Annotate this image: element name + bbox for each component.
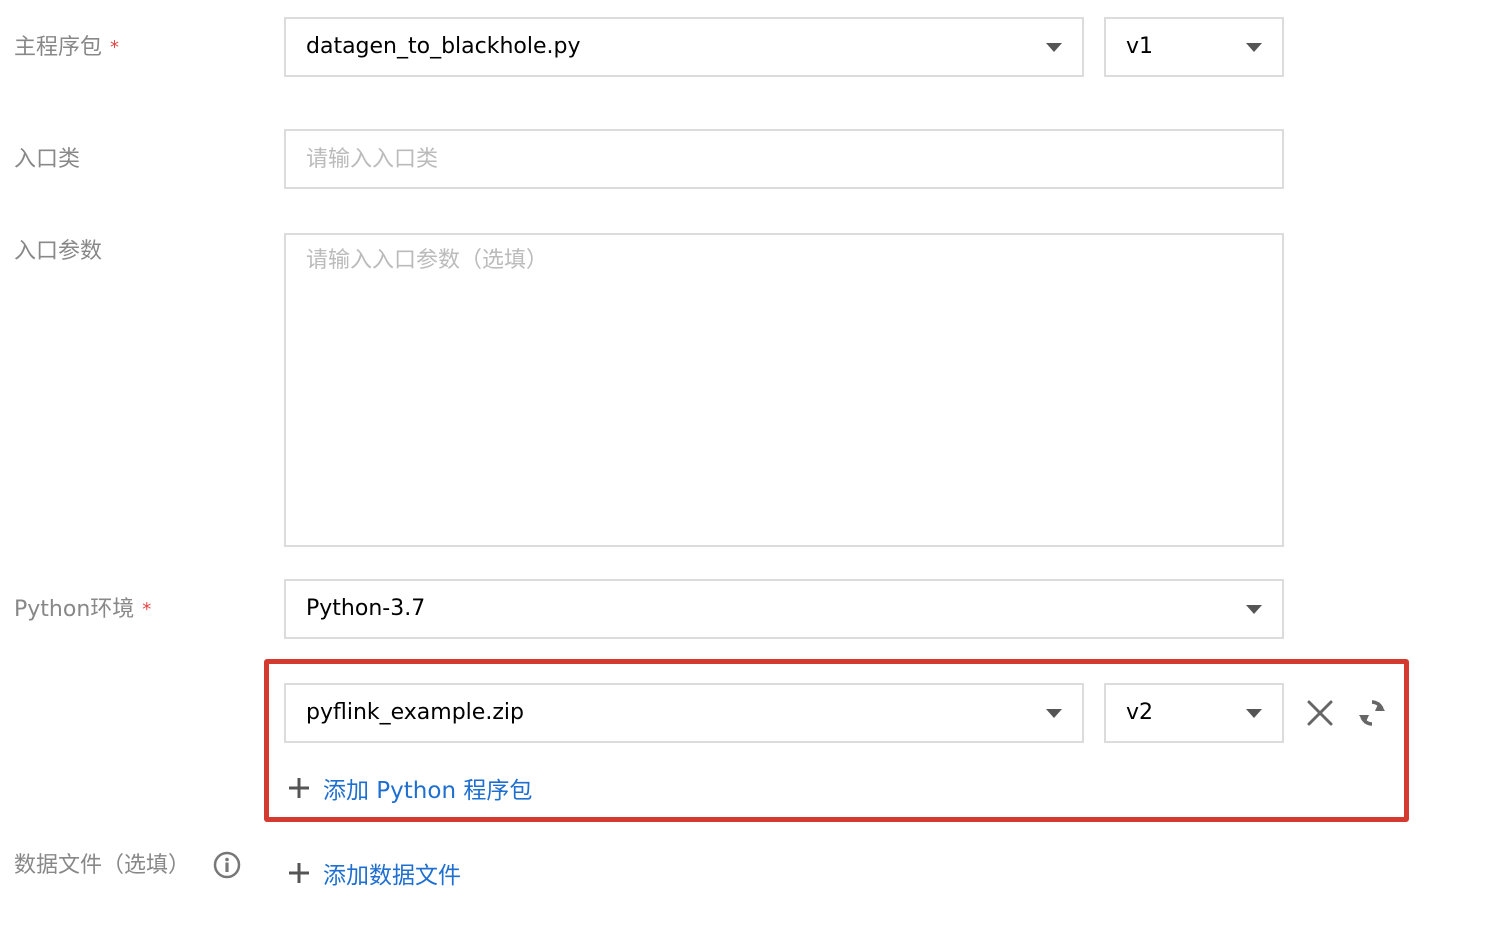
main-package-version-select[interactable]: v1 (1104, 17, 1284, 77)
caret-down-icon (1046, 708, 1062, 718)
required-mark: * (110, 37, 120, 58)
data-files-label: 数据文件（选填） (14, 853, 191, 878)
main-package-file-value: datagen_to_blackhole.py (306, 34, 581, 59)
caret-down-icon (1246, 708, 1262, 718)
required-mark: * (142, 599, 152, 620)
plus-icon (289, 863, 309, 883)
main-package-label: 主程序包 * (14, 35, 119, 62)
info-icon[interactable] (213, 851, 241, 879)
main-package-label-text: 主程序包 (14, 35, 103, 60)
python-package-file-value: pyflink_example.zip (306, 700, 524, 725)
plus-icon (289, 778, 309, 798)
entry-class-input[interactable] (284, 129, 1284, 189)
caret-down-icon (1246, 604, 1262, 614)
caret-down-icon (1246, 42, 1262, 52)
python-package-version-value: v2 (1126, 700, 1154, 725)
add-data-file-link[interactable]: 添加数据文件 (288, 856, 461, 890)
entry-params-label: 入口参数 (14, 239, 103, 264)
add-python-package-link[interactable]: 添加 Python 程序包 (288, 771, 532, 805)
python-env-label-text: Python环境 (14, 597, 135, 622)
python-env-label: Python环境 * (14, 597, 151, 624)
entry-params-textarea[interactable] (284, 233, 1284, 547)
refresh-icon[interactable] (1355, 696, 1389, 730)
add-python-package-text: 添加 Python 程序包 (323, 778, 533, 804)
python-package-version-select[interactable]: v2 (1104, 683, 1284, 743)
python-env-select[interactable]: Python-3.7 (284, 579, 1284, 639)
python-env-value: Python-3.7 (306, 596, 426, 621)
python-package-file-select[interactable]: pyflink_example.zip (284, 683, 1084, 743)
main-package-version-value: v1 (1126, 34, 1154, 59)
close-icon[interactable] (1303, 696, 1337, 730)
add-data-file-text: 添加数据文件 (323, 863, 461, 889)
caret-down-icon (1046, 42, 1062, 52)
entry-class-label: 入口类 (14, 147, 81, 172)
main-package-file-select[interactable]: datagen_to_blackhole.py (284, 17, 1084, 77)
job-config-form: 主程序包 * datagen_to_blackhole.py v1 入口类 入口参… (0, 0, 1492, 938)
